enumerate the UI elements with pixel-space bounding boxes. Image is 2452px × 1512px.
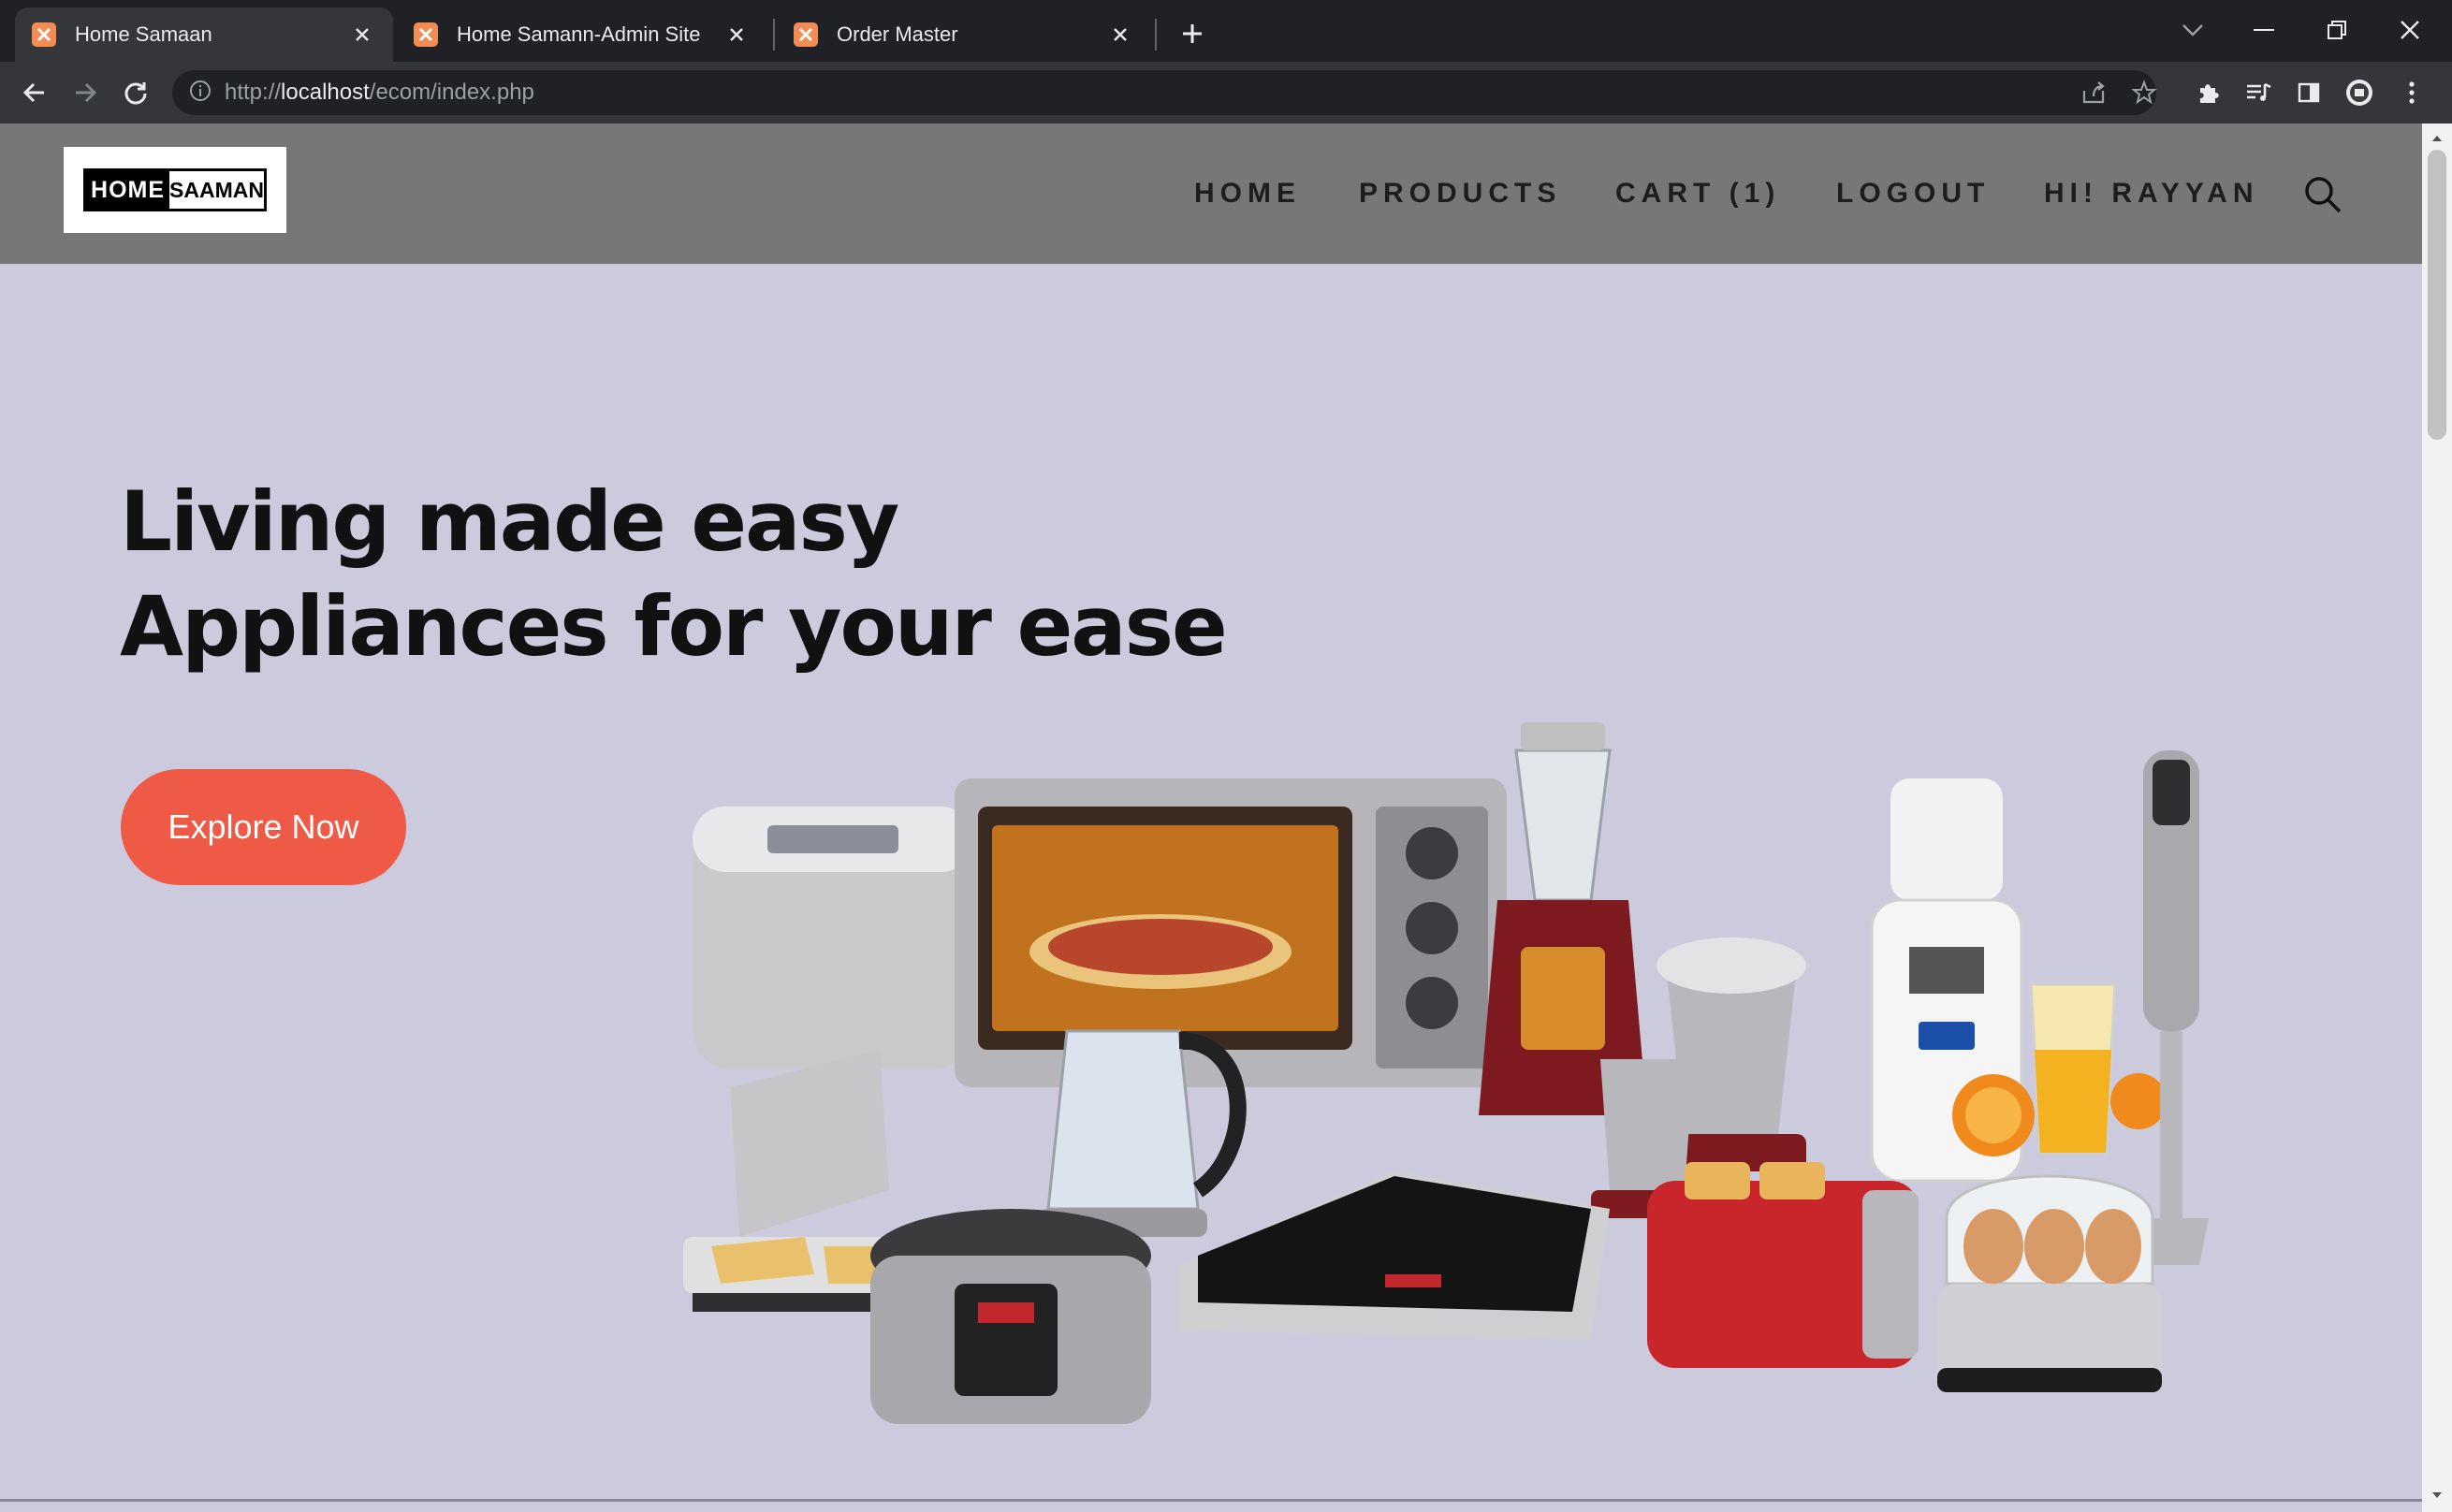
hero-appliances-image <box>683 722 2209 1424</box>
nav-logout[interactable]: LOGOUT <box>1836 178 1990 210</box>
extensions-puzzle-icon[interactable] <box>2188 73 2227 112</box>
logo-frame: HOME SAAMAN <box>83 168 267 211</box>
browser-menu-icon[interactable] <box>2392 73 2431 112</box>
reading-list-icon[interactable] <box>2239 73 2278 112</box>
logo-home-text: HOME <box>86 171 170 209</box>
close-window-icon[interactable] <box>2385 9 2435 51</box>
tab-title: Home Samann-Admin Site <box>457 22 701 46</box>
xampp-favicon-icon <box>414 22 438 47</box>
blender-illustration <box>1479 722 1647 1115</box>
scroll-up-arrow-icon[interactable] <box>2428 129 2446 148</box>
page-divider <box>0 1499 2422 1502</box>
tab-title: Home Samaan <box>75 22 212 46</box>
share-icon[interactable] <box>2074 73 2113 112</box>
tab-home-samaan[interactable]: Home Samaan <box>15 7 393 62</box>
nav-products[interactable]: PRODUCTS <box>1359 178 1561 210</box>
bookmark-star-icon[interactable] <box>2124 73 2164 112</box>
close-tab-icon[interactable] <box>722 21 751 49</box>
hand-blender-illustration <box>2134 750 2209 1265</box>
back-arrow-icon[interactable] <box>15 73 54 112</box>
toaster-oven-illustration <box>955 778 1507 1087</box>
xampp-favicon-icon <box>794 22 818 47</box>
nav-home[interactable]: HOME <box>1194 178 1301 210</box>
forward-arrow-icon[interactable] <box>66 73 105 112</box>
close-tab-icon[interactable] <box>348 21 376 49</box>
site-header: HOME SAAMAN HOME PRODUCTS CART (1) LOGOU… <box>0 124 2422 264</box>
tab-order-master[interactable]: Order Master <box>777 7 1151 62</box>
tab-strip: Home Samaan Home Samann-Admin Site Order… <box>0 0 2452 62</box>
nav-cart[interactable]: CART (1) <box>1615 178 1780 210</box>
hero-line-1: Living made easy <box>120 473 899 570</box>
new-tab-plus-icon[interactable] <box>1174 15 1211 52</box>
page-viewport: HOME SAAMAN HOME PRODUCTS CART (1) LOGOU… <box>0 124 2452 1512</box>
pop-up-toaster-illustration <box>1647 1162 1919 1368</box>
tab-separator <box>773 19 775 51</box>
site-logo[interactable]: HOME SAAMAN <box>64 147 286 233</box>
side-panel-icon[interactable] <box>2289 73 2328 112</box>
tab-title: Order Master <box>837 22 958 46</box>
address-bar[interactable]: http://localhost/ecom/index.php <box>172 70 2156 115</box>
explore-now-button[interactable]: Explore Now <box>121 769 406 885</box>
tab-search-chevron-icon[interactable] <box>2167 9 2218 51</box>
search-icon[interactable] <box>2302 174 2343 215</box>
restore-icon[interactable] <box>2312 9 2362 51</box>
reload-icon[interactable] <box>116 73 155 112</box>
egg-boiler-illustration <box>1937 1174 2162 1392</box>
browser-toolbar: http://localhost/ecom/index.php <box>0 62 2452 124</box>
logo-saaman-text: SAAMAN <box>169 177 264 202</box>
tab-separator <box>1155 19 1157 51</box>
minimize-icon[interactable] <box>2239 9 2289 51</box>
nav-user-greeting[interactable]: HI! RAYYAN <box>2044 178 2259 210</box>
scrollbar-thumb[interactable] <box>2428 150 2446 440</box>
url-text: http://localhost/ecom/index.php <box>225 80 534 105</box>
scroll-down-arrow-icon[interactable] <box>2428 1486 2446 1505</box>
close-tab-icon[interactable] <box>1106 21 1134 49</box>
bread-maker-illustration <box>693 807 973 1069</box>
tab-admin-site[interactable]: Home Samann-Admin Site <box>397 7 767 62</box>
xampp-favicon-icon <box>32 22 56 47</box>
induction-cooktop-illustration <box>1179 1171 1610 1340</box>
profile-avatar-icon[interactable] <box>2340 73 2379 112</box>
rice-cooker-illustration <box>870 1209 1151 1424</box>
site-info-icon[interactable] <box>189 80 212 107</box>
